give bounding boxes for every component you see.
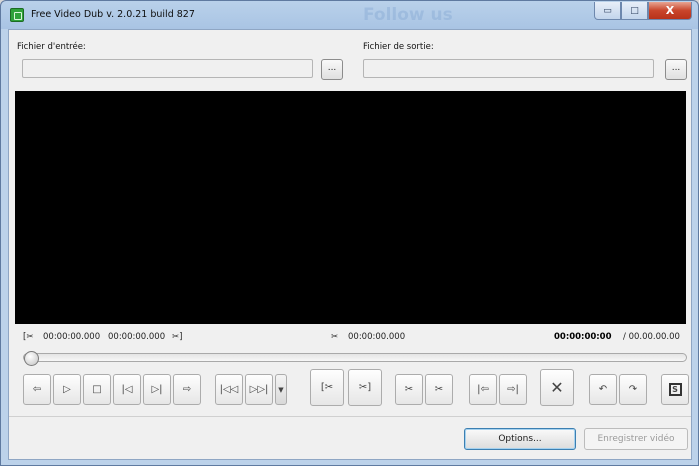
scissors-remove-icon: ✂ — [434, 384, 444, 395]
save-video-button[interactable]: Enregistrer vidéo — [584, 428, 688, 450]
background-text: Follow us — [363, 5, 453, 25]
step-forward-button[interactable]: ▷| — [143, 374, 171, 405]
output-file-field[interactable] — [363, 59, 654, 78]
input-file-label: Fichier d'entrée: — [17, 42, 86, 52]
maximize-button[interactable]: □ — [621, 2, 648, 20]
main-panel: Fichier d'entrée: ... Fichier de sortie:… — [8, 29, 692, 460]
cut-end-icon: ✂] — [172, 332, 183, 342]
arrow-left-icon: ⇦ — [32, 384, 42, 395]
arrow-right-icon: ⇨ — [182, 384, 192, 395]
total-time: / 00.00.00.00 — [623, 332, 680, 342]
output-browse-button[interactable]: ... — [665, 59, 687, 80]
snapshot-button[interactable]: S — [661, 374, 689, 405]
play-button[interactable]: ▷ — [53, 374, 81, 405]
title-bar[interactable]: Free Video Dub v. 2.0.21 build 827 Follo… — [1, 1, 698, 28]
maximize-icon: □ — [630, 5, 639, 16]
chevron-down-icon: ▼ — [278, 385, 284, 394]
mark-end-button[interactable]: ✂] — [348, 369, 382, 406]
redo-button[interactable]: ↷ — [619, 374, 647, 405]
mark-cut-button[interactable]: ✂ — [395, 374, 423, 405]
scissors-mark-icon: ✂ — [404, 384, 414, 395]
skip-start-icon: |◁◁ — [219, 384, 239, 395]
app-icon — [10, 8, 24, 22]
window-title: Free Video Dub v. 2.0.21 build 827 — [31, 9, 195, 20]
options-dropdown-button[interactable]: ▼ — [275, 374, 287, 405]
cut-end-time: 00:00:00.000 — [108, 332, 166, 342]
next-frame-button[interactable]: ⇨ — [173, 374, 201, 405]
skip-end-icon: ▷▷| — [249, 384, 269, 395]
mark-start-button[interactable]: [✂ — [310, 369, 344, 406]
input-browse-button[interactable]: ... — [321, 59, 343, 80]
undo-button[interactable]: ↶ — [589, 374, 617, 405]
prev-mark-icon: |⇦ — [477, 384, 489, 395]
clear-marks-button[interactable]: ✕ — [540, 369, 574, 406]
snapshot-icon: S — [668, 383, 682, 396]
step-back-button[interactable]: |◁ — [113, 374, 141, 405]
step-forward-icon: ▷| — [151, 384, 163, 395]
scissors-end-icon: ✂] — [358, 382, 372, 393]
play-icon: ▷ — [63, 384, 71, 395]
scissors-start-icon: [✂ — [320, 382, 334, 393]
remove-cut-button[interactable]: ✂ — [425, 374, 453, 405]
current-time: 00:00:00:00 — [554, 332, 612, 342]
go-start-button[interactable]: |◁◁ — [215, 374, 243, 405]
minimize-icon: ▭ — [603, 5, 612, 16]
footer-divider — [9, 416, 691, 417]
close-icon: X — [665, 4, 675, 17]
close-icon: ✕ — [550, 378, 564, 397]
next-mark-button[interactable]: ⇨| — [499, 374, 527, 405]
prev-mark-button[interactable]: |⇦ — [469, 374, 497, 405]
output-file-label: Fichier de sortie: — [363, 42, 434, 52]
video-preview — [15, 91, 686, 324]
timeline-slider-knob[interactable] — [24, 351, 39, 366]
undo-icon: ↶ — [598, 384, 608, 395]
input-file-field[interactable] — [22, 59, 313, 78]
timeline-slider[interactable] — [23, 351, 687, 366]
step-back-icon: |◁ — [121, 384, 133, 395]
go-end-button[interactable]: ▷▷| — [245, 374, 273, 405]
cursor-time: 00:00:00.000 — [348, 332, 406, 342]
cursor-icon: ✂ — [331, 332, 339, 342]
app-window: Free Video Dub v. 2.0.21 build 827 Follo… — [0, 0, 699, 466]
stop-button[interactable]: □ — [83, 374, 111, 405]
cut-start-icon: [✂ — [23, 332, 34, 342]
close-button[interactable]: X — [648, 2, 692, 20]
cut-start-time: 00:00:00.000 — [43, 332, 101, 342]
window-controls: ▭ □ X — [594, 2, 692, 20]
options-button[interactable]: Options... — [464, 428, 576, 450]
redo-icon: ↷ — [628, 384, 638, 395]
minimize-button[interactable]: ▭ — [594, 2, 621, 20]
next-mark-icon: ⇨| — [507, 384, 519, 395]
prev-frame-button[interactable]: ⇦ — [23, 374, 51, 405]
stop-icon: □ — [92, 384, 102, 395]
